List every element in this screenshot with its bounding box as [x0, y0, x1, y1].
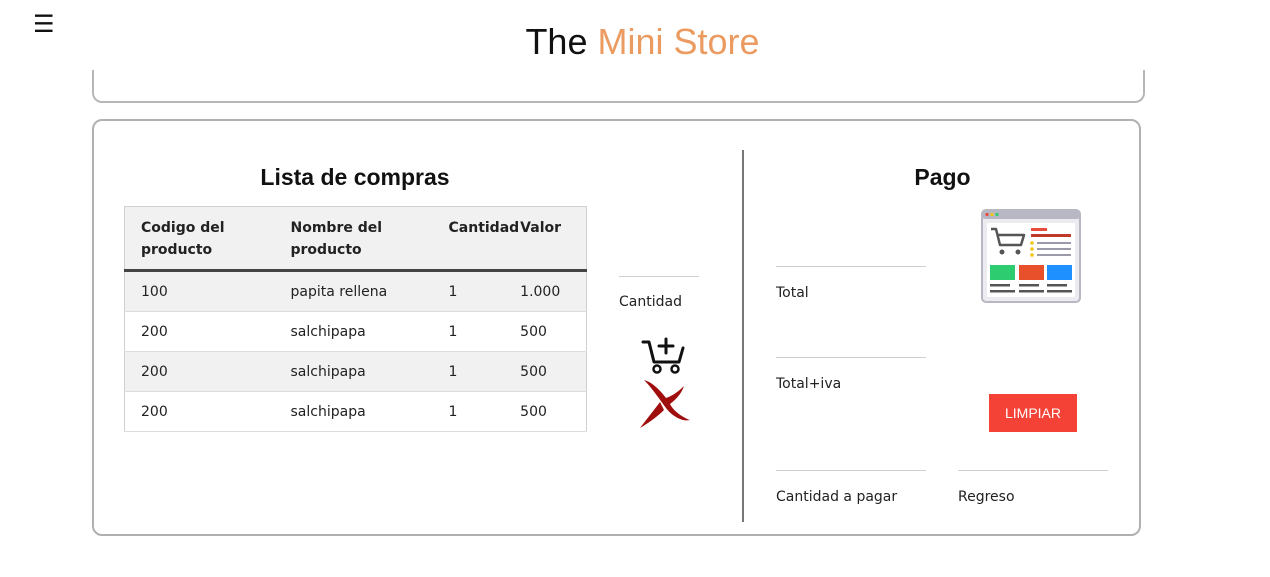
total-label: Total	[776, 285, 809, 301]
column-header-codigo: Codigo del producto	[124, 206, 275, 272]
remove-x-icon[interactable]	[638, 378, 692, 430]
shopping-list-table: Codigo del producto Nombre del producto …	[124, 206, 587, 432]
table-row[interactable]: 200 salchipapa 1 500	[124, 351, 587, 392]
cell-codigo: 100	[124, 270, 275, 312]
cell-codigo: 200	[124, 351, 275, 392]
cantidad-pagar-field[interactable]	[776, 470, 926, 471]
shopping-list-title: Lista de compras	[260, 164, 450, 190]
brand-prefix: The	[525, 21, 588, 62]
quantity-label: Cantidad	[619, 294, 682, 310]
cantidad-pagar-label: Cantidad a pagar	[776, 489, 898, 505]
cell-nombre: salchipapa	[274, 351, 433, 392]
regreso-field[interactable]	[958, 470, 1108, 471]
cell-valor: 500	[519, 391, 587, 432]
cell-nombre: salchipapa	[274, 311, 433, 352]
table-row[interactable]: 100 papita rellena 1 1.000	[124, 270, 587, 312]
column-header-cantidad: Cantidad	[432, 206, 520, 272]
table-row[interactable]: 200 salchipapa 1 500	[124, 311, 587, 352]
cell-codigo: 200	[124, 311, 275, 352]
cell-cantidad: 1	[432, 391, 520, 432]
cell-valor: 1.000	[519, 270, 587, 312]
cell-valor: 500	[519, 311, 587, 352]
cell-nombre: salchipapa	[274, 391, 433, 432]
table-header-row: Codigo del producto Nombre del producto …	[124, 206, 587, 272]
total-field[interactable]	[776, 266, 926, 267]
payment-title: Pago	[914, 164, 971, 190]
cell-cantidad: 1	[432, 270, 520, 312]
cell-cantidad: 1	[432, 351, 520, 392]
brand-title: The Mini Store	[0, 20, 1270, 64]
cart-add-icon[interactable]	[641, 336, 687, 374]
clear-button[interactable]: LIMPIAR	[989, 394, 1077, 432]
cell-valor: 500	[519, 351, 587, 392]
brand-accent: Mini Store	[597, 21, 760, 62]
total-iva-field[interactable]	[776, 357, 926, 358]
online-store-icon	[981, 209, 1081, 303]
column-header-valor: Valor	[519, 206, 587, 272]
section-divider	[742, 150, 744, 522]
total-iva-label: Total+iva	[776, 376, 842, 392]
regreso-label: Regreso	[958, 489, 1015, 505]
cell-nombre: papita rellena	[274, 270, 433, 312]
cell-codigo: 200	[124, 391, 275, 432]
quantity-input[interactable]	[619, 276, 699, 277]
top-card	[92, 70, 1145, 103]
table-row[interactable]: 200 salchipapa 1 500	[124, 391, 587, 432]
cell-cantidad: 1	[432, 311, 520, 352]
column-header-nombre: Nombre del producto	[274, 206, 433, 272]
